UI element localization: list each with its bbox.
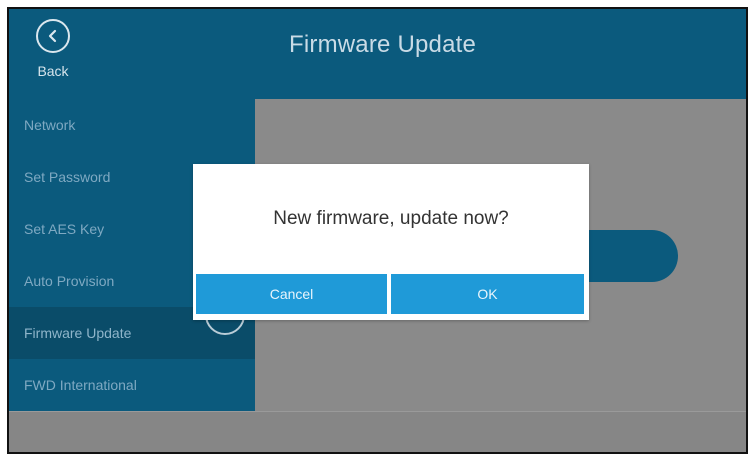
sidebar-item-label: Network [24, 117, 76, 133]
bottom-softkey-bar [9, 411, 746, 452]
sidebar-item-network[interactable]: Network [9, 99, 255, 151]
sidebar-item-label: Auto Provision [24, 273, 115, 289]
cancel-button[interactable]: Cancel [196, 274, 387, 314]
page-title: Firmware Update [289, 31, 477, 58]
sidebar-item-label: Firmware Update [24, 325, 132, 341]
chevron-left-icon [36, 19, 70, 53]
header-bar: Back Firmware Update [9, 9, 746, 99]
confirm-dialog: New firmware, update now? Cancel OK [193, 164, 589, 320]
sidebar-item-label: Set AES Key [24, 221, 105, 237]
ok-button[interactable]: OK [391, 274, 584, 314]
sidebar-item-label: FWD International [24, 377, 137, 393]
sidebar-item-fwd-international[interactable]: FWD International [9, 359, 255, 411]
sidebar-item-label: Set Password [24, 169, 111, 185]
phone-screen: Back Firmware Update Network Set Passwor… [7, 7, 748, 454]
back-button[interactable]: Back [27, 19, 79, 94]
back-label: Back [37, 63, 69, 79]
dialog-message: New firmware, update now? [273, 208, 509, 229]
